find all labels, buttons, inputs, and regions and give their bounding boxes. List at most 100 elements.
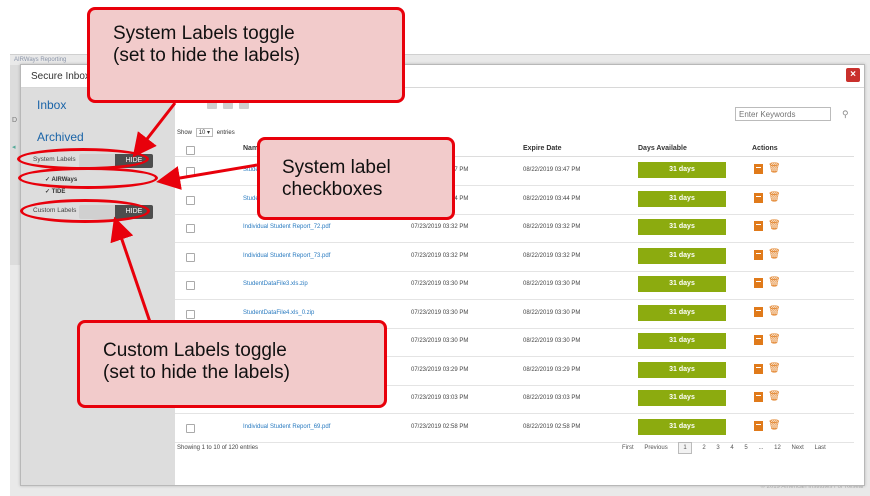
system-label-checkbox-label: TIDE [51, 189, 66, 195]
callout-system-labels: System Labels toggle (set to hide the la… [87, 7, 405, 103]
days-available-badge: 31 days [638, 418, 726, 435]
archive-icon[interactable] [754, 192, 763, 203]
archive-icon[interactable] [754, 335, 763, 345]
pager-page-3[interactable]: 3 [716, 445, 719, 451]
pager-page-1[interactable]: 1 [678, 442, 692, 454]
row-checkbox[interactable] [186, 281, 195, 290]
pager-ellipsis: ... [758, 445, 764, 451]
trash-icon[interactable]: 🗑 [768, 306, 781, 317]
expire-date: 08/22/2019 03:30 PM [523, 281, 581, 287]
expire-date: 08/22/2019 03:29 PM [523, 366, 581, 373]
row-checkbox[interactable] [186, 252, 195, 262]
column-header-actions: Actions [752, 145, 778, 152]
pager-page-5[interactable]: 5 [744, 445, 747, 451]
entries-select-value: 10 [198, 130, 206, 136]
received-date: 07/23/2019 03:03 PM [411, 395, 469, 401]
pager-page-2[interactable]: 2 [702, 445, 705, 451]
pager-page-12[interactable]: 12 [774, 445, 781, 451]
archive-icon[interactable] [754, 392, 763, 402]
check-icon: ✓ [45, 189, 52, 195]
row-checkbox[interactable] [186, 309, 195, 319]
show-entries-suffix: entries [216, 130, 235, 136]
file-name-link[interactable]: Individual Student Report_72.pdf [243, 224, 330, 230]
days-available-badge: 31 days [638, 333, 726, 349]
archive-icon[interactable] [754, 164, 763, 174]
received-date: 07/23/2019 03:29 PM [411, 366, 469, 373]
close-button[interactable]: × [846, 68, 860, 82]
trash-icon[interactable]: 🗑 [768, 220, 781, 231]
expire-date: 08/22/2019 03:30 PM [523, 309, 581, 316]
pager-previous[interactable]: Previous [644, 445, 667, 451]
sidebar-item-inbox[interactable]: Inbox [37, 98, 66, 112]
callout-system-labels-line-1: System Labels toggle [113, 23, 295, 44]
archive-icon[interactable] [754, 221, 763, 231]
table-row: Individual Student Report_73.pdf 07/23/20… [175, 243, 854, 272]
show-entries-prefix: Show [177, 130, 193, 136]
trash-icon[interactable]: 🗑 [768, 391, 781, 402]
archive-icon[interactable] [754, 420, 763, 431]
received-date: 07/23/2019 03:32 PM [411, 224, 469, 230]
archive-icon[interactable] [754, 306, 763, 317]
callout-custom-labels: Custom Labels toggle (set to hide the la… [77, 320, 387, 408]
expire-date: 08/22/2019 03:32 PM [523, 252, 581, 259]
expire-date: 08/22/2019 03:32 PM [523, 224, 581, 230]
received-date: 07/23/2019 03:30 PM [411, 281, 469, 287]
trash-icon[interactable]: 🗑 [768, 334, 781, 345]
callout-checkboxes: System label checkboxes [257, 137, 455, 220]
file-name-link[interactable]: Individual Student Report_69.pdf [243, 424, 330, 430]
callout-custom-labels-line-1: Custom Labels toggle [103, 340, 287, 361]
column-header-days-available[interactable]: Days Available [638, 145, 687, 152]
days-available-badge: 31 days [638, 361, 726, 378]
entries-select[interactable]: 10 ▾ [195, 128, 214, 137]
days-available-badge: 31 days [638, 162, 726, 178]
row-checkbox[interactable] [186, 423, 195, 433]
pager-next[interactable]: Next [791, 445, 803, 451]
callout-custom-labels-line-2: (set to hide the labels) [103, 362, 290, 383]
row-checkbox[interactable] [186, 195, 195, 205]
highlight-ring-custom-labels [20, 199, 150, 223]
modal-title: Secure Inbox [31, 71, 90, 82]
days-available-badge: 31 days [638, 219, 726, 235]
search-icon[interactable]: ⚲ [842, 109, 849, 120]
received-date: 07/23/2019 03:30 PM [411, 309, 469, 316]
days-available-badge: 31 days [638, 190, 726, 207]
row-checkbox[interactable] [186, 167, 195, 176]
table-row: Individual Student Report_69.pdf 07/23/20… [175, 414, 854, 443]
pager-page-4[interactable]: 4 [730, 445, 733, 451]
days-available-badge: 31 days [638, 247, 726, 264]
file-name-link[interactable]: StudentDataFile3.xls.zip [243, 281, 308, 287]
callout-checkboxes-line-1: System label [282, 157, 391, 178]
show-entries: Show 10 ▾ entries [177, 128, 235, 137]
entries-summary: Showing 1 to 10 of 120 entries [177, 445, 259, 451]
column-header-expire-date[interactable]: Expire Date [523, 145, 562, 152]
pager-last[interactable]: Last [815, 445, 826, 451]
trash-icon[interactable]: 🗑 [768, 277, 781, 288]
archive-icon[interactable] [754, 278, 763, 288]
select-all-checkbox[interactable] [186, 146, 195, 155]
trash-icon[interactable]: 🗑 [768, 363, 781, 374]
file-name-link[interactable]: Individual Student Report_73.pdf [243, 253, 330, 259]
trash-icon[interactable]: 🗑 [768, 192, 781, 203]
pagination: First Previous 1 2 3 4 5 ... 12 Next Las… [622, 442, 835, 454]
row-checkbox[interactable] [186, 224, 195, 233]
expire-date: 08/22/2019 03:30 PM [523, 338, 581, 344]
trash-icon[interactable]: 🗑 [768, 249, 781, 260]
file-name-link[interactable]: StudentDataFile4.xls_0.zip [243, 310, 314, 316]
trash-icon[interactable]: 🗑 [768, 163, 781, 174]
expire-date: 08/22/2019 02:58 PM [523, 423, 581, 430]
search-input[interactable] [735, 107, 831, 121]
trash-icon[interactable]: 🗑 [768, 420, 781, 431]
system-label-checkbox-tide[interactable]: ✓ TIDE [45, 188, 65, 195]
pager-first[interactable]: First [622, 445, 634, 451]
highlight-ring-checkboxes [18, 167, 158, 189]
table-row: StudentDataFile3.xls.zip 07/23/2019 03:30… [175, 271, 854, 300]
days-available-badge: 31 days [638, 304, 726, 321]
expire-date: 08/22/2019 03:47 PM [523, 167, 581, 173]
sidebar-item-archived[interactable]: Archived [37, 130, 84, 144]
days-available-badge: 31 days [638, 276, 726, 292]
expire-date: 08/22/2019 03:03 PM [523, 395, 581, 401]
archive-icon[interactable] [754, 249, 763, 260]
received-date: 07/23/2019 03:32 PM [411, 252, 469, 259]
archive-icon[interactable] [754, 363, 763, 374]
background-app-side-letter: D [12, 117, 18, 124]
